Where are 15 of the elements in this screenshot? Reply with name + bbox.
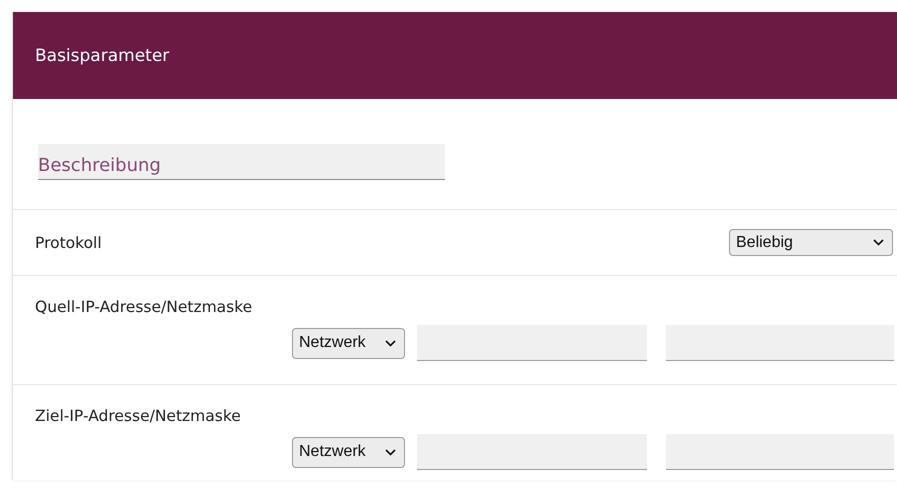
protocol-dropdown[interactable]: Beliebig — [729, 229, 893, 256]
chevron-down-icon — [873, 239, 884, 246]
ip-address-field[interactable] — [417, 434, 647, 470]
field-label: Ziel-IP-Adresse/Netzmaske — [35, 407, 241, 425]
description-field[interactable]: Beschreibung — [38, 144, 445, 180]
field-label: Quell-IP-Adresse/Netzmaske — [35, 298, 252, 316]
ip-address-field[interactable] — [417, 325, 647, 361]
chevron-down-icon — [385, 340, 396, 346]
address-type-dropdown[interactable]: Netzwerk — [292, 328, 405, 358]
address-type-dropdown[interactable]: Netzwerk — [292, 436, 405, 468]
panel-title: Basisparameter — [35, 46, 170, 66]
field-label: Protokoll — [35, 234, 102, 252]
chevron-down-icon — [385, 448, 396, 456]
netmask-field[interactable] — [666, 434, 894, 470]
netmask-field[interactable] — [666, 325, 894, 361]
